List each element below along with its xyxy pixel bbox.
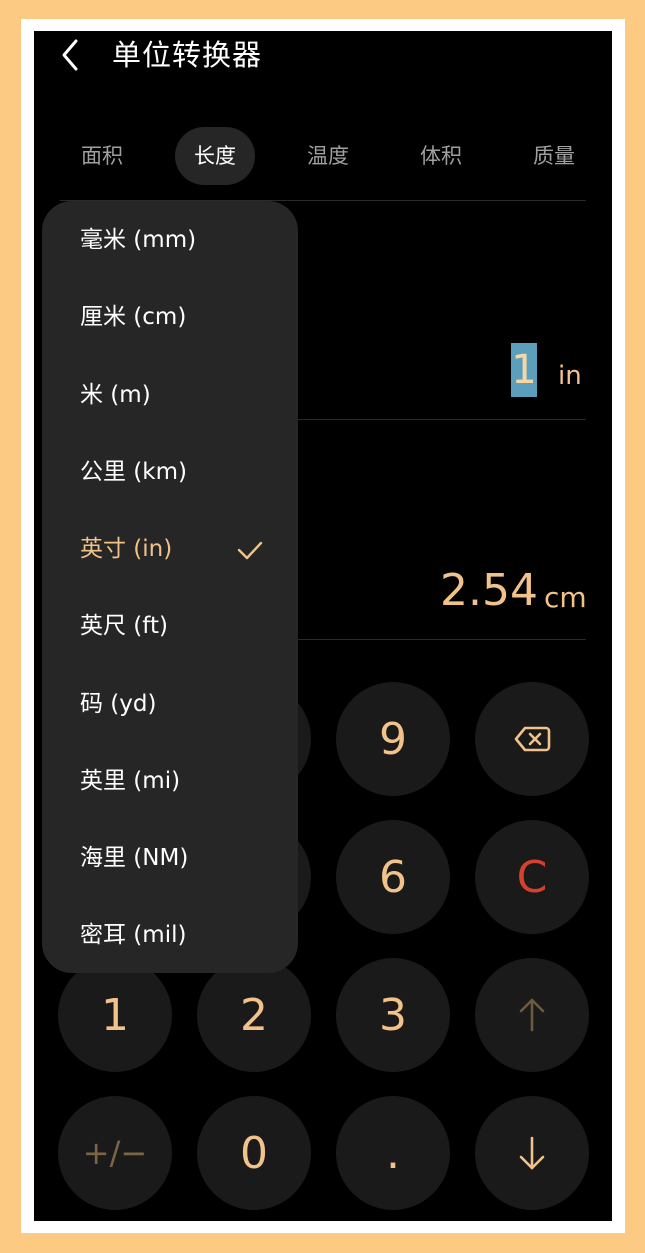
- unit-dropdown-menu: 毫米 (mm) 厘米 (cm) 米 (m) 公里 (km) 英寸 (in) 英尺…: [42, 201, 298, 973]
- input-value-field[interactable]: 1: [511, 343, 537, 397]
- tab-volume[interactable]: 体积: [401, 127, 481, 185]
- unit-option-m[interactable]: 米 (m): [80, 375, 151, 415]
- tab-area[interactable]: 面积: [62, 127, 142, 185]
- unit-option-ft[interactable]: 英尺 (ft): [80, 606, 168, 646]
- key-6[interactable]: 6: [336, 820, 450, 934]
- back-button[interactable]: [56, 37, 86, 73]
- key-9[interactable]: 9: [336, 682, 450, 796]
- arrow-down-icon: [519, 1136, 545, 1170]
- key-2[interactable]: 2: [197, 958, 311, 1072]
- key-0[interactable]: 0: [197, 1096, 311, 1210]
- unit-option-yd[interactable]: 码 (yd): [80, 684, 156, 724]
- plus-minus-button[interactable]: +/−: [58, 1096, 172, 1210]
- unit-option-km[interactable]: 公里 (km): [80, 452, 187, 492]
- input-unit-label[interactable]: in: [558, 361, 582, 391]
- unit-option-mil[interactable]: 密耳 (mil): [80, 915, 186, 955]
- arrow-up-icon: [519, 998, 545, 1032]
- converter-screen: 单位转换器 面积 长度 温度 体积 质量 1 in 2.54 cm 9 6 C …: [34, 31, 612, 1221]
- decimal-point-button[interactable]: .: [336, 1096, 450, 1210]
- unit-option-cm[interactable]: 厘米 (cm): [80, 297, 186, 337]
- tab-mass[interactable]: 质量: [514, 127, 594, 185]
- move-down-button[interactable]: [475, 1096, 589, 1210]
- move-up-button[interactable]: [475, 958, 589, 1072]
- unit-option-mm[interactable]: 毫米 (mm): [80, 220, 196, 260]
- chevron-left-icon: [62, 39, 78, 71]
- page-title: 单位转换器: [112, 38, 263, 72]
- category-tabs: 面积 长度 温度 体积 质量: [34, 127, 612, 185]
- tab-length[interactable]: 长度: [175, 127, 255, 185]
- tab-temperature[interactable]: 温度: [288, 127, 368, 185]
- backspace-icon: [514, 726, 551, 752]
- unit-option-mi[interactable]: 英里 (mi): [80, 761, 180, 801]
- backspace-button[interactable]: [475, 682, 589, 796]
- checkmark-icon: [237, 541, 263, 560]
- unit-option-in[interactable]: 英寸 (in): [80, 529, 172, 569]
- clear-button[interactable]: C: [475, 820, 589, 934]
- key-3[interactable]: 3: [336, 958, 450, 1072]
- key-1[interactable]: 1: [58, 958, 172, 1072]
- result-unit-label[interactable]: cm: [544, 581, 587, 614]
- result-value: 2.54: [440, 565, 538, 616]
- unit-option-nm[interactable]: 海里 (NM): [80, 838, 188, 878]
